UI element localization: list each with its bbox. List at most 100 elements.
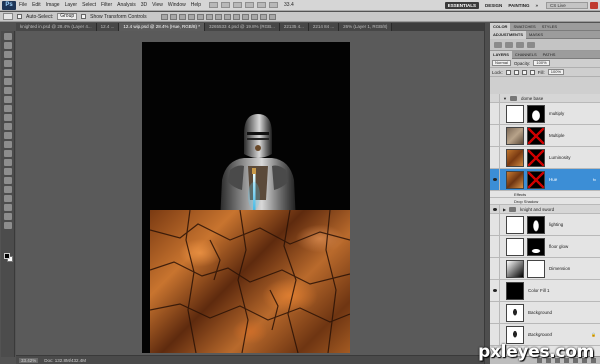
pen-tool-icon[interactable] [4, 159, 12, 166]
view-extras-button[interactable] [233, 2, 243, 8]
document-canvas[interactable] [142, 42, 350, 353]
distribute-top-icon[interactable] [214, 13, 222, 20]
3d-orbit-tool-icon[interactable] [4, 204, 12, 211]
layer-mask-thumbnail[interactable] [527, 215, 545, 234]
visibility-toggle[interactable] [490, 258, 500, 279]
layer-row[interactable]: Multiple [490, 125, 600, 147]
exposure-adjustment-icon[interactable] [527, 42, 535, 48]
zoom-tool-icon[interactable] [4, 222, 12, 229]
marquee-tool-icon[interactable] [4, 42, 12, 49]
menu-window[interactable]: Window [168, 2, 186, 8]
hand-tool-button[interactable] [245, 2, 255, 8]
align-right-icon[interactable] [205, 13, 213, 20]
crop-tool-icon[interactable] [4, 69, 12, 76]
fill-field[interactable]: 100% [547, 69, 564, 75]
zoom-level[interactable]: 33.4 [284, 2, 294, 8]
tab-styles[interactable]: STYLES [539, 23, 560, 31]
layer-group[interactable]: ▼ dome base [490, 94, 600, 103]
brush-tool-icon[interactable] [4, 96, 12, 103]
history-brush-tool-icon[interactable] [4, 114, 12, 121]
menu-help[interactable]: Help [191, 2, 201, 8]
document-tab[interactable]: 26% (Layer 1, RGB/8) [339, 23, 393, 31]
effects-row[interactable]: Effects [490, 191, 600, 198]
auto-select-dropdown[interactable]: Group [57, 13, 78, 20]
opacity-field[interactable]: 100% [533, 60, 550, 66]
menu-select[interactable]: Select [82, 2, 96, 8]
document-tab[interactable]: knighted in.psd @ 28.4% (Layer 4... [16, 23, 97, 31]
curves-adjustment-icon[interactable] [516, 42, 524, 48]
blur-tool-icon[interactable] [4, 141, 12, 148]
menu-filter[interactable]: Filter [101, 2, 112, 8]
layer-mask-thumbnail[interactable] [527, 126, 545, 145]
quick-select-tool-icon[interactable] [4, 60, 12, 67]
visibility-toggle[interactable] [490, 205, 500, 213]
layer-row-selected[interactable]: Hue fx [490, 169, 600, 191]
lock-image-icon[interactable] [513, 69, 519, 75]
distribute-bottom-icon[interactable] [232, 13, 240, 20]
lock-position-icon[interactable] [521, 69, 527, 75]
align-left-icon[interactable] [187, 13, 195, 20]
cs-live-button[interactable]: CS Live [546, 2, 588, 9]
status-zoom-field[interactable]: 33.42% [19, 357, 39, 363]
tab-paths[interactable]: PATHS [540, 51, 559, 59]
layer-row[interactable]: multiply [490, 103, 600, 125]
menu-view[interactable]: View [152, 2, 163, 8]
menu-3d[interactable]: 3D [141, 2, 147, 8]
visibility-toggle[interactable] [490, 147, 500, 168]
document-size-readout[interactable]: Doc: 132.8M/432.4M [44, 358, 86, 363]
menu-edit[interactable]: Edit [32, 2, 41, 8]
layer-mask-thumbnail[interactable] [527, 170, 545, 189]
rotate-view-button[interactable] [257, 2, 267, 8]
menu-layer[interactable]: Layer [65, 2, 78, 8]
workspace-more[interactable]: » [535, 3, 538, 8]
align-vcenter-icon[interactable] [169, 13, 177, 20]
move-tool-preset-icon[interactable] [3, 13, 13, 20]
visibility-toggle[interactable] [490, 280, 500, 301]
layer-row[interactable]: Dimension [490, 258, 600, 280]
distribute-left-icon[interactable] [241, 13, 249, 20]
distribute-right-icon[interactable] [259, 13, 267, 20]
auto-align-icon[interactable] [268, 13, 276, 20]
shape-tool-icon[interactable] [4, 186, 12, 193]
mini-bridge-button[interactable] [221, 2, 231, 8]
distribute-hcenter-icon[interactable] [250, 13, 258, 20]
document-tab-active[interactable]: 12.4 wip.psd @ 28.4% (Hue, RGB/8) * [119, 23, 205, 31]
layer-mask-thumbnail[interactable] [527, 237, 545, 256]
tab-layers[interactable]: LAYERS [490, 51, 512, 59]
layer-effects-badge[interactable]: fx [593, 177, 596, 182]
lock-transparent-icon[interactable] [505, 69, 511, 75]
expand-arrow-icon[interactable]: ▼ [503, 96, 507, 101]
tab-channels[interactable]: CHANNELS [512, 51, 540, 59]
show-transform-checkbox[interactable] [81, 14, 87, 19]
type-tool-icon[interactable] [4, 168, 12, 175]
3d-rotate-tool-icon[interactable] [4, 195, 12, 202]
dodge-tool-icon[interactable] [4, 150, 12, 157]
arrange-documents-button[interactable] [269, 2, 279, 8]
visibility-toggle[interactable] [490, 125, 500, 146]
visibility-toggle[interactable] [490, 302, 500, 323]
effect-drop-shadow-row[interactable]: Drop Shadow [490, 198, 600, 205]
document-tab[interactable]: 22135 4... [279, 23, 309, 31]
lock-all-icon[interactable] [529, 69, 535, 75]
workspace-design[interactable]: DESIGN [485, 3, 502, 8]
blend-mode-dropdown[interactable]: Normal [492, 60, 511, 66]
visibility-toggle[interactable] [490, 103, 500, 124]
layer-mask-thumbnail[interactable] [527, 148, 545, 167]
auto-select-checkbox[interactable] [17, 14, 22, 19]
move-tool-icon[interactable] [4, 33, 12, 40]
bridge-button[interactable] [209, 2, 219, 8]
document-tab[interactable]: 12.4 ... [96, 23, 120, 31]
expand-arrow-icon[interactable]: ▶ [503, 207, 506, 212]
layer-mask-thumbnail[interactable] [527, 104, 545, 123]
tab-color[interactable]: COLOR [490, 23, 511, 31]
menu-file[interactable]: File [19, 2, 27, 8]
layer-group[interactable]: ▶ knight and sword [490, 205, 600, 214]
layer-mask-thumbnail[interactable] [527, 259, 545, 278]
path-selection-tool-icon[interactable] [4, 177, 12, 184]
close-window-button[interactable] [590, 2, 598, 9]
workspace-painting[interactable]: PAINTING [508, 3, 529, 8]
visibility-toggle[interactable] [490, 236, 500, 257]
distribute-vcenter-icon[interactable] [223, 13, 231, 20]
eraser-tool-icon[interactable] [4, 123, 12, 130]
document-tab[interactable]: 3265533 4.psd @ 19.8% (RGB... [204, 23, 280, 31]
